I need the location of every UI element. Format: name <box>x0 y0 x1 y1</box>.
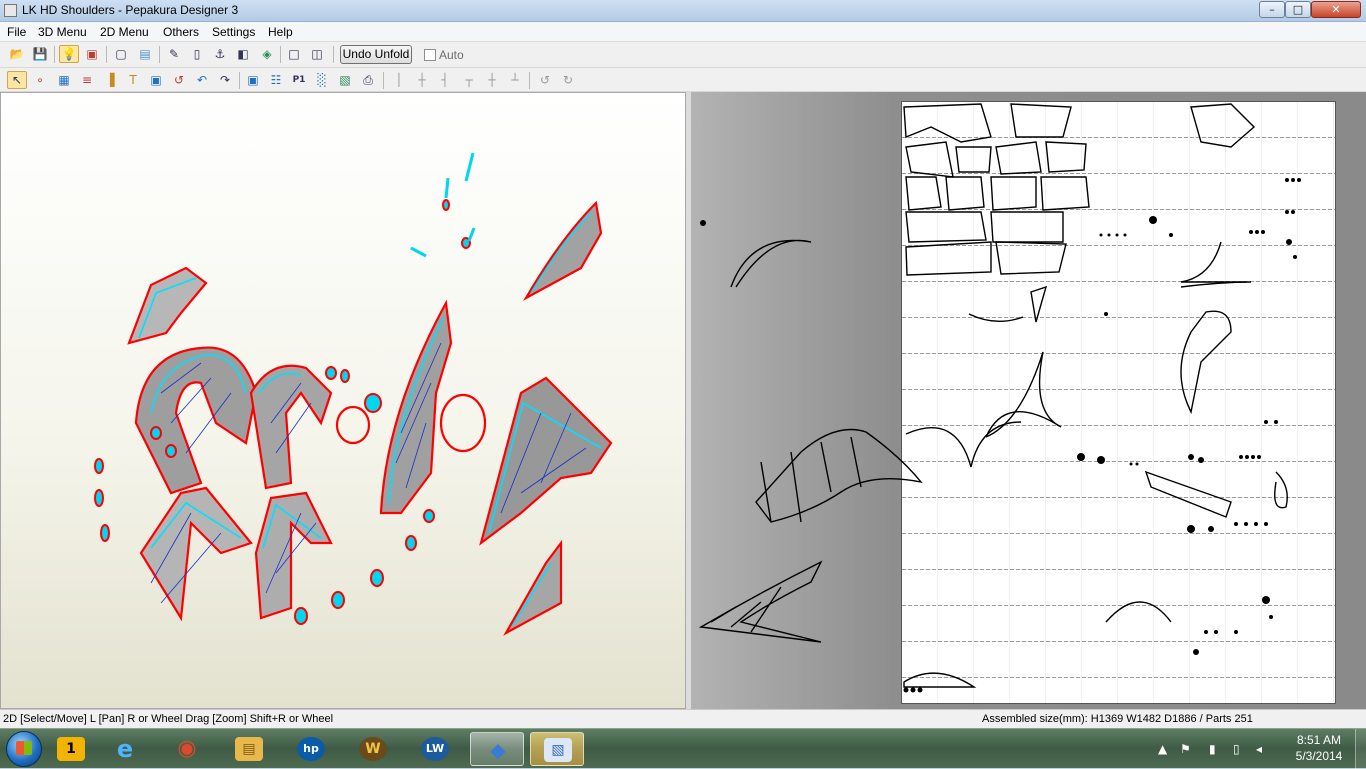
window-title: LK HD Shoulders - Pepakura Designer 3 <box>22 3 239 17</box>
split-view-icon[interactable]: ◫ <box>307 45 327 63</box>
2d-view[interactable] <box>691 92 1366 709</box>
taskbar-app-1[interactable]: 1 <box>44 732 98 766</box>
flaps-icon[interactable]: ≡ <box>77 71 97 89</box>
taskbar-lw[interactable]: LW <box>408 732 462 766</box>
pepakura-3d-icon: ◆ <box>490 738 506 762</box>
tray-battery-icon[interactable]: ▯ <box>1233 742 1240 756</box>
menu-3d[interactable]: 3D Menu <box>38 25 87 39</box>
taskbar-wow[interactable]: W <box>346 732 400 766</box>
app-icon <box>4 4 17 17</box>
grid-icon[interactable]: ▦ <box>54 71 74 89</box>
menu-settings[interactable]: Settings <box>212 25 255 39</box>
texture-cube-icon[interactable]: ▤ <box>135 45 155 63</box>
align-bottom-icon[interactable]: ┴ <box>505 71 525 89</box>
text-icon[interactable]: T <box>123 71 143 89</box>
windows-logo-icon <box>16 741 32 755</box>
chrome-icon: ◉ <box>177 736 197 761</box>
page-one-icon[interactable]: P1 <box>289 71 309 89</box>
redo-icon[interactable]: ↷ <box>215 71 235 89</box>
auto-label: Auto <box>439 48 464 62</box>
page-setup-icon[interactable]: ▧ <box>335 71 355 89</box>
tray-volume-icon[interactable]: ◂ <box>1256 742 1262 756</box>
single-view-icon[interactable]: □ <box>284 45 304 63</box>
open-icon[interactable]: 📂 <box>7 45 27 63</box>
wow-icon: W <box>359 737 387 761</box>
menu-2d[interactable]: 2D Menu <box>100 25 149 39</box>
taskbar-chrome[interactable]: ◉ <box>160 732 214 766</box>
maximize-button[interactable]: □ <box>1285 1 1311 18</box>
undo-icon[interactable]: ↶ <box>192 71 212 89</box>
close-button[interactable]: ✕ <box>1311 1 1361 18</box>
main-toolbar: 📂 💾 💡 ▣ ▢ ▤ ✎ ▯ ⚓ ◧ ◈ □ ◫ <box>0 42 1366 68</box>
rotate-part-icon[interactable]: ↺ <box>169 71 189 89</box>
align-left-icon[interactable]: │ <box>389 71 409 89</box>
menu-file[interactable]: File <box>7 25 26 39</box>
3d-model-canvas[interactable] <box>1 93 685 708</box>
folder-icon: ▤ <box>235 737 263 761</box>
tray-expand-icon[interactable]: ▲ <box>1158 742 1167 756</box>
align-right-icon[interactable]: ┤ <box>435 71 455 89</box>
align-middle-icon[interactable]: ┼ <box>482 71 502 89</box>
bar-icon[interactable]: ▐ <box>100 71 120 89</box>
title-bar: LK HD Shoulders - Pepakura Designer 3 – … <box>0 0 1366 22</box>
tray-action-center-icon[interactable]: ⚑ <box>1180 742 1191 756</box>
save-icon[interactable]: 💾 <box>30 45 50 63</box>
anchor-icon[interactable]: ⚓ <box>210 45 230 63</box>
select-move-icon[interactable]: ↖ <box>7 71 27 89</box>
rotate-90-ccw-icon[interactable]: ↺ <box>535 71 555 89</box>
minimize-button[interactable]: – <box>1259 1 1285 18</box>
node-icon[interactable]: ∘ <box>30 71 50 89</box>
taskbar: 1 e ◉ ▤ hp W LW ◆ ▧ ▲ ⚑ ▮ ▯ ◂ 8:51 AM 5/… <box>0 728 1366 769</box>
taskbar-explorer[interactable]: ▤ <box>222 732 276 766</box>
align-center-icon[interactable]: ┼ <box>412 71 432 89</box>
pencil-icon[interactable]: ✎ <box>164 45 184 63</box>
status-hint: 2D [Select/Move] L [Pan] R or Wheel Drag… <box>3 713 334 725</box>
cylinder-icon[interactable]: ▯ <box>187 45 207 63</box>
assembled-size: Assembled size(mm): H1369 W1482 D1886 / … <box>982 713 1253 725</box>
menu-bar: File 3D Menu 2D Menu Others Settings Hel… <box>0 22 1366 42</box>
menu-others[interactable]: Others <box>163 25 199 39</box>
image-icon[interactable]: ▣ <box>146 71 166 89</box>
undo-unfold-button[interactable]: Undo Unfold <box>340 45 412 64</box>
taskbar-pepakura-designer[interactable]: ▧ <box>530 732 584 766</box>
clock-date[interactable]: 5/3/2014 <box>1289 749 1349 763</box>
arrange-icon[interactable]: ☷ <box>266 71 286 89</box>
align-top-icon[interactable]: ┬ <box>459 71 479 89</box>
fit-icon[interactable]: ▣ <box>243 71 263 89</box>
app-1-icon: 1 <box>57 737 85 761</box>
3d-view[interactable] <box>0 92 686 709</box>
join-icon[interactable]: ◈ <box>257 45 277 63</box>
internet-explorer-icon: e <box>116 735 134 763</box>
2d-pattern-canvas[interactable] <box>691 92 1366 709</box>
clock-time[interactable]: 8:51 AM <box>1289 733 1349 747</box>
chart-icon[interactable]: ░ <box>312 71 332 89</box>
2d-toolbar: ↖ ∘ ▦ ≡ ▐ T ▣ ↺ ↶ ↷ ▣ ☷ P1 ░ ▧ ⎙ │ ┼ ┤ ┬… <box>0 68 1366 92</box>
pepakura-designer-icon: ▧ <box>544 738 572 762</box>
status-bar: 2D [Select/Move] L [Pan] R or Wheel Drag… <box>0 709 1366 728</box>
taskbar-internet-explorer[interactable]: e <box>98 732 152 766</box>
taskbar-pepakura-3d[interactable]: ◆ <box>470 732 524 766</box>
rotate-90-cw-icon[interactable]: ↻ <box>558 71 578 89</box>
color-cube-icon[interactable]: ▣ <box>82 45 102 63</box>
show-desktop-button[interactable] <box>1355 729 1366 769</box>
tray-signal-icon[interactable]: ▮ <box>1209 742 1216 756</box>
hp-icon: hp <box>297 737 325 761</box>
taskbar-hp[interactable]: hp <box>284 732 338 766</box>
print-icon[interactable]: ⎙ <box>358 71 378 89</box>
lw-icon: LW <box>421 737 449 761</box>
lightbulb-icon[interactable]: 💡 <box>59 45 79 63</box>
cube-outline-icon[interactable]: ▢ <box>111 45 131 63</box>
menu-help[interactable]: Help <box>268 25 293 39</box>
auto-checkbox[interactable] <box>424 49 436 61</box>
edge-icon[interactable]: ◧ <box>233 45 253 63</box>
